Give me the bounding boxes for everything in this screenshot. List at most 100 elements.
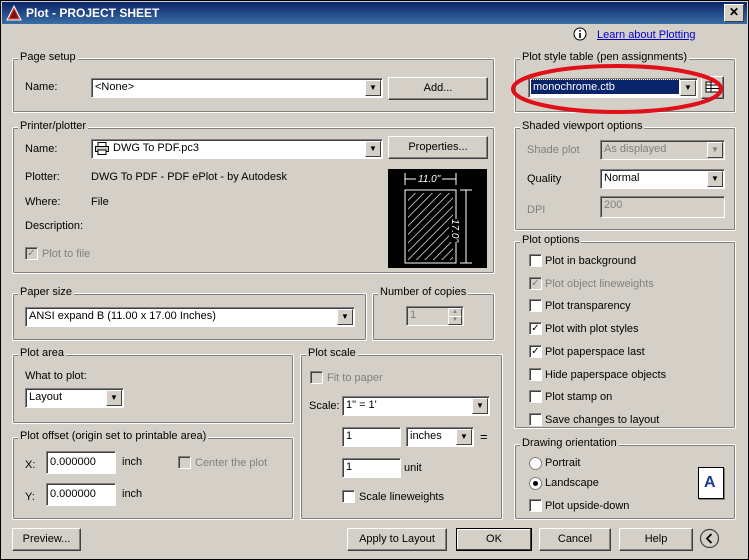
what-to-plot-label: What to plot: — [25, 370, 87, 382]
properties-button[interactable]: Properties... — [388, 136, 488, 159]
plotter-label: Plotter: — [25, 171, 60, 183]
close-button[interactable]: ✕ — [724, 4, 744, 22]
offset-y-label: Y: — [25, 491, 35, 503]
center-plot-label: Center the plot — [195, 457, 268, 469]
plot-option-checkbox[interactable] — [529, 390, 542, 404]
scale-dropdown[interactable]: 1" = 1' ▼ — [342, 396, 490, 416]
printer-plotter-legend: Printer/plotter — [18, 120, 89, 132]
plot-scale-legend: Plot scale — [306, 347, 358, 359]
cancel-button[interactable]: Cancel — [539, 528, 611, 551]
plot-option-checkbox[interactable]: ✓ — [529, 322, 542, 336]
autocad-app-icon — [6, 5, 22, 21]
offset-x-input[interactable]: 0.000000 — [46, 451, 116, 474]
scale-equals-sign: = — [480, 429, 488, 444]
preview-width-label: 11.0" — [416, 174, 443, 185]
paper-size-value: ANSI expand B (11.00 x 17.00 Inches) — [29, 310, 216, 322]
chevron-down-icon[interactable]: ▼ — [707, 142, 723, 158]
where-value: File — [91, 196, 109, 208]
info-icon — [573, 27, 587, 41]
copies-legend: Number of copies — [378, 286, 469, 298]
collapse-options-icon[interactable] — [699, 528, 720, 549]
scale-unit-label: unit — [404, 462, 422, 474]
scale-lineweights-label: Scale lineweights — [359, 491, 444, 503]
window-title: Plot - PROJECT SHEET — [26, 6, 160, 20]
help-button[interactable]: Help — [619, 528, 693, 551]
ok-button[interactable]: OK — [456, 528, 532, 551]
plot-dialog: Plot - PROJECT SHEET ✕ Learn about Plott… — [0, 0, 749, 560]
shade-plot-value: As displayed — [604, 143, 667, 155]
apply-to-layout-button[interactable]: Apply to Layout — [347, 528, 447, 551]
dpi-label: DPI — [527, 204, 546, 216]
spin-down-icon[interactable]: ▼ — [448, 316, 462, 325]
printer-name-dropdown[interactable]: DWG To PDF.pc3 ▼ — [91, 139, 383, 159]
description-label: Description: — [25, 220, 84, 232]
plot-option-checkbox[interactable]: ✓ — [529, 276, 542, 290]
plot-option-checkbox[interactable] — [529, 367, 542, 381]
paper-size-legend: Paper size — [18, 286, 74, 298]
dpi-input[interactable]: 200 — [600, 196, 725, 218]
plot-option-checkbox[interactable]: ✓ — [529, 344, 542, 358]
chevron-down-icon[interactable]: ▼ — [456, 429, 472, 445]
add-button[interactable]: Add... — [388, 77, 488, 100]
plot-option-checkbox[interactable] — [529, 254, 542, 267]
preview-button[interactable]: Preview... — [12, 528, 81, 551]
drawing-orientation-legend: Drawing orientation — [520, 437, 619, 449]
plot-options-legend: Plot options — [520, 234, 582, 246]
scale-lineweights-checkbox[interactable] — [342, 490, 355, 503]
plot-option-checkbox[interactable] — [529, 412, 542, 426]
page-setup-legend: Page setup — [18, 51, 78, 63]
plot-option-label: Plot object lineweights — [545, 277, 654, 290]
red-highlight-oval — [511, 64, 723, 114]
fit-to-paper-label: Fit to paper — [327, 372, 383, 384]
paper-size-dropdown[interactable]: ANSI expand B (11.00 x 17.00 Inches) ▼ — [25, 307, 355, 327]
chevron-down-icon[interactable]: ▼ — [472, 398, 488, 414]
orientation-letter: A — [704, 474, 716, 491]
landscape-radio[interactable] — [529, 477, 542, 490]
plot-upside-down-checkbox[interactable] — [529, 499, 542, 512]
chevron-down-icon[interactable]: ▼ — [365, 80, 381, 96]
shaded-viewport-legend: Shaded viewport options — [520, 120, 645, 132]
offset-y-value: 0.000000 — [50, 488, 96, 500]
page-setup-name-dropdown[interactable]: <None> ▼ — [91, 78, 383, 98]
landscape-label: Landscape — [545, 477, 599, 489]
plot-option-label: Hide paperspace objects — [545, 368, 667, 381]
portrait-label: Portrait — [545, 457, 581, 469]
scale-inches-input[interactable]: 1 — [342, 427, 401, 447]
chevron-down-icon[interactable]: ▼ — [707, 171, 723, 187]
scale-units-dropdown[interactable]: inches ▼ — [406, 427, 474, 447]
quality-value: Normal — [604, 172, 640, 184]
plot-option-label: Plot transparency — [545, 300, 631, 313]
page-setup-name-value: <None> — [95, 81, 135, 93]
chevron-down-icon[interactable]: ▼ — [106, 390, 122, 406]
paper-preview: 11.0" 17.0" — [388, 169, 487, 268]
chevron-down-icon[interactable]: ▼ — [365, 141, 381, 157]
what-to-plot-value: Layout — [29, 391, 63, 403]
plot-to-file-checkbox[interactable]: ✓ — [25, 247, 38, 260]
copies-stepper[interactable]: 1 ▲ ▼ — [406, 306, 464, 326]
chevron-down-icon[interactable]: ▼ — [337, 309, 353, 325]
what-to-plot-dropdown[interactable]: Layout ▼ — [25, 388, 124, 408]
scale-unit-input[interactable]: 1 — [342, 458, 401, 478]
plot-offset-group: Plot offset (origin set to printable are… — [12, 430, 294, 520]
preview-height-label: 17.0" — [449, 219, 460, 243]
portrait-radio[interactable] — [529, 457, 542, 470]
page-setup-name-label: Name: — [25, 81, 58, 93]
plot-option-label: Plot paperspace last — [545, 345, 645, 358]
learn-about-plotting-link[interactable]: Learn about Plotting — [597, 29, 695, 41]
landscape-orientation-icon: A — [698, 467, 724, 499]
plot-option-label: Save changes to layout — [545, 413, 660, 426]
shade-plot-dropdown[interactable]: As displayed ▼ — [600, 140, 725, 160]
scale-inches-value: 1 — [346, 430, 353, 442]
center-plot-checkbox[interactable] — [178, 456, 191, 469]
offset-x-unit: inch — [122, 456, 143, 468]
offset-y-input[interactable]: 0.000000 — [46, 483, 116, 506]
title-bar[interactable]: Plot - PROJECT SHEET ✕ — [2, 2, 747, 24]
plot-option-checkbox[interactable] — [529, 299, 542, 313]
copies-value: 1 — [410, 309, 417, 321]
dpi-value: 200 — [604, 199, 623, 211]
scale-label: Scale: — [309, 400, 340, 412]
fit-to-paper-checkbox[interactable] — [310, 371, 323, 384]
printer-name-label: Name: — [25, 143, 58, 155]
quality-dropdown[interactable]: Normal ▼ — [600, 169, 725, 189]
offset-x-label: X: — [25, 459, 36, 471]
